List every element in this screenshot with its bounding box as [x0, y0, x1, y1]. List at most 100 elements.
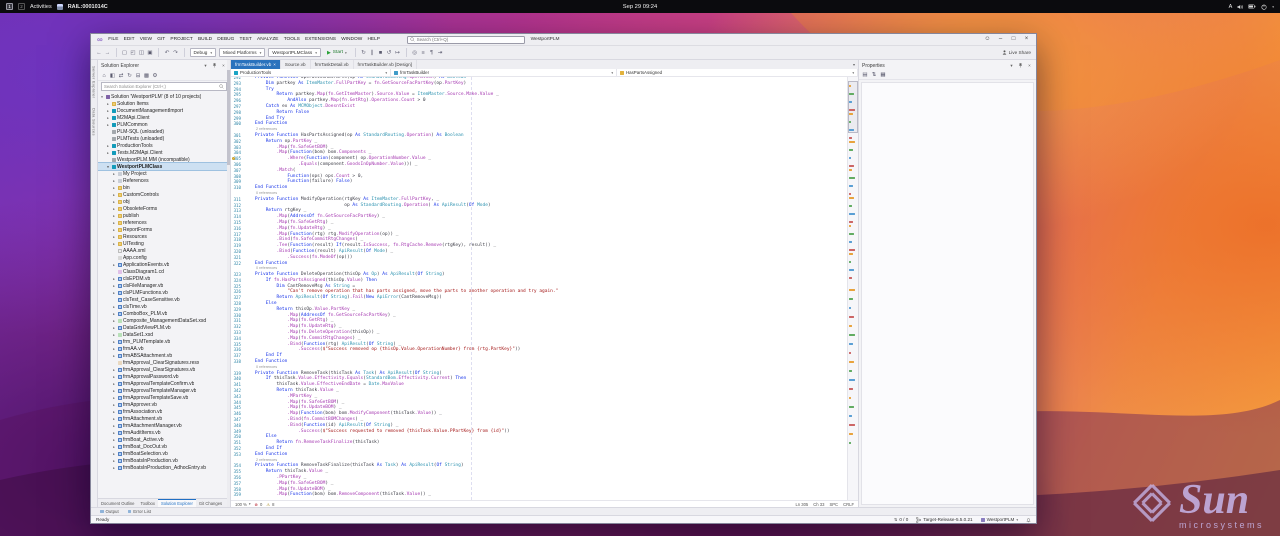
forward-icon[interactable]: → [105, 48, 111, 58]
switch-views-icon[interactable]: ◧ [110, 71, 116, 81]
volume-icon[interactable] [1237, 4, 1243, 10]
close-icon[interactable]: × [273, 62, 276, 67]
tree-item[interactable]: ▸PLMCommon [98, 121, 230, 128]
tree-item[interactable]: ▸ProductionTools [98, 142, 230, 149]
tree-item[interactable]: ▸My Project [98, 170, 230, 177]
tree-item[interactable]: ▸clsEPDM.vb [98, 275, 230, 282]
menu-help[interactable]: HELP [365, 37, 383, 42]
column-indicator[interactable]: Ch 33 [813, 502, 824, 507]
save-all-icon[interactable]: ▣ [147, 48, 153, 58]
sync-with-active-document-icon[interactable]: ⇄ [118, 71, 124, 81]
tree-item[interactable]: PLM-SQL (unloaded) [98, 128, 230, 135]
tree-item[interactable]: ▸frmApproval_ClearSignatures.vb [98, 366, 230, 373]
tree-item[interactable]: ▸Resources [98, 233, 230, 240]
tree-item[interactable]: ▸clsPLMFunctions.vb [98, 289, 230, 296]
tree-item[interactable]: PLMTests (unloaded) [98, 135, 230, 142]
git-branch-button[interactable]: Target-Release-5.5.0.21 [916, 517, 972, 523]
menu-window[interactable]: WINDOW [339, 37, 365, 42]
tree-item[interactable]: ▸ObsoleteForms [98, 205, 230, 212]
tree-item[interactable]: ▸CustomControls [98, 191, 230, 198]
tree-item[interactable]: ▸obj [98, 198, 230, 205]
properties-icon[interactable]: ⚙ [152, 71, 158, 81]
autohide-tab-output[interactable]: Output [100, 509, 119, 514]
tree-item[interactable]: ▸DocumentManagementImport [98, 107, 230, 114]
tree-item[interactable]: AAAA.xml [98, 247, 230, 254]
indent-icon[interactable]: ⇥ [437, 48, 443, 58]
tree-item[interactable]: ▸References [98, 177, 230, 184]
solution-search-input[interactable]: Search Solution Explorer (Ctrl+;) [101, 82, 227, 91]
tree-item[interactable]: frmApproval_ClearSignatures.resx [98, 359, 230, 366]
tree-item[interactable]: ▸frmApprovalTemplateManager.vb [98, 387, 230, 394]
autohide-tab-data-sources[interactable]: Data Sources [92, 108, 97, 136]
solution-explorer-scrollbar[interactable] [227, 60, 230, 507]
tree-item[interactable]: ▸Tests.M2MApi.Client [98, 149, 230, 156]
taskbar-status-area[interactable]: A ▾ [1229, 4, 1274, 10]
line-indicator[interactable]: Ln 305 [795, 502, 808, 507]
panel-tab-git-changes[interactable]: Git Changes [196, 499, 225, 507]
clock[interactable]: Sep 29 09:24 [623, 4, 658, 10]
code-line[interactable]: 359 .Map(Function(bom) bom.RemoveCompone… [231, 492, 847, 498]
project-dropdown[interactable]: ProductionTools▾ [231, 69, 391, 76]
close-icon[interactable]: × [220, 61, 227, 71]
panel-tab-solution-explorer[interactable]: Solution Explorer [158, 499, 196, 507]
document-tab[interactable]: frmTaskBuilder.vb [Design] [354, 60, 417, 69]
member-dropdown[interactable]: HasPartsAssigned▾ [617, 69, 858, 76]
code-editor[interactable]: 292 Private Function OperationHasParts(o… [231, 77, 858, 500]
tree-item[interactable]: ▸references [98, 219, 230, 226]
pin-icon[interactable] [1017, 63, 1024, 68]
git-sync-button[interactable]: ⇅0 / 0 [894, 517, 908, 522]
break-all-icon[interactable]: ∥ [369, 48, 375, 58]
tree-item[interactable]: ▸frmBoat_Active.vb [98, 436, 230, 443]
focused-app-indicator[interactable]: RAIL:0001014C [68, 4, 108, 10]
properties-grid[interactable] [861, 82, 1034, 505]
save-icon[interactable]: ◫ [139, 48, 145, 58]
show-all-files-icon[interactable]: ▩ [144, 71, 150, 81]
activities-button[interactable]: Activities [30, 4, 52, 10]
refresh-icon[interactable]: ↻ [127, 71, 133, 81]
menu-build[interactable]: BUILD [195, 37, 214, 42]
workspace-indicator-2[interactable]: 2 [18, 3, 25, 10]
autohide-tab-error-list[interactable]: Error List [128, 509, 151, 514]
tree-item[interactable]: App.config [98, 254, 230, 261]
back-icon[interactable]: ← [96, 48, 102, 58]
find-icon[interactable]: ◎ [412, 48, 418, 58]
git-repository-button[interactable]: WestportPLM ▾ [981, 517, 1018, 522]
warning-count[interactable]: ⚠8 [266, 502, 274, 507]
zoom-control[interactable]: 100 %▾ [235, 502, 251, 507]
tree-item[interactable]: ▸Solution Items [98, 100, 230, 107]
document-tab[interactable]: frmTaskBuilder.vb× [231, 60, 281, 69]
tree-item[interactable]: ▸Composite_ManagementDataSet.xsd [98, 317, 230, 324]
feedback-button[interactable]: ☺ [981, 34, 994, 45]
minimize-button[interactable]: – [994, 34, 1007, 45]
categorized-icon[interactable]: ▤ [862, 70, 868, 80]
tree-item[interactable]: ▸bin [98, 184, 230, 191]
tree-item[interactable]: ▸clsFileManager.vb [98, 282, 230, 289]
home-icon[interactable]: ⌂ [101, 71, 107, 81]
undo-icon[interactable]: ↶ [164, 48, 170, 58]
menu-tools[interactable]: TOOLS [281, 37, 302, 42]
tree-item[interactable]: ▸frmApprover.vb [98, 401, 230, 408]
menu-git[interactable]: GIT [155, 37, 168, 42]
collapse-all-icon[interactable]: ⊟ [135, 71, 141, 81]
tree-item[interactable]: ▸publish [98, 212, 230, 219]
live-share-button[interactable]: Live Share [1002, 50, 1031, 55]
hot-reload-icon[interactable]: ↻ [361, 48, 367, 58]
menu-extensions[interactable]: EXTENSIONS [302, 37, 338, 42]
tree-item[interactable]: WestportPLM.MM (incompatible) [98, 156, 230, 163]
menu-test[interactable]: TEST [237, 37, 254, 42]
tree-item[interactable]: ▸frmBoat_DocOut.vb [98, 443, 230, 450]
tree-item[interactable]: clsTest_CaseSensitive.vb [98, 296, 230, 303]
tree-item[interactable]: ▸frmApprovalPassword.vb [98, 373, 230, 380]
tree-item[interactable]: ▸DataSet1.xsd [98, 331, 230, 338]
chevron-down-icon[interactable]: ▾ [1272, 5, 1274, 9]
tree-item[interactable]: ▾WestportPLMClass [98, 163, 230, 170]
tree-item[interactable]: ▸DataGridViewPLM.vb [98, 324, 230, 331]
new-file-icon[interactable]: ▢ [122, 48, 128, 58]
tree-item[interactable]: ▸frmBoatSelection.vb [98, 450, 230, 457]
menu-file[interactable]: FILE [106, 37, 121, 42]
minimap[interactable] [847, 77, 858, 500]
menu-analyze[interactable]: ANALYZE [254, 37, 281, 42]
tree-item[interactable]: ▸clsTime.vb [98, 303, 230, 310]
alphabetical-icon[interactable]: ⇅ [871, 70, 877, 80]
outline-icon[interactable]: ≡ [420, 48, 426, 58]
